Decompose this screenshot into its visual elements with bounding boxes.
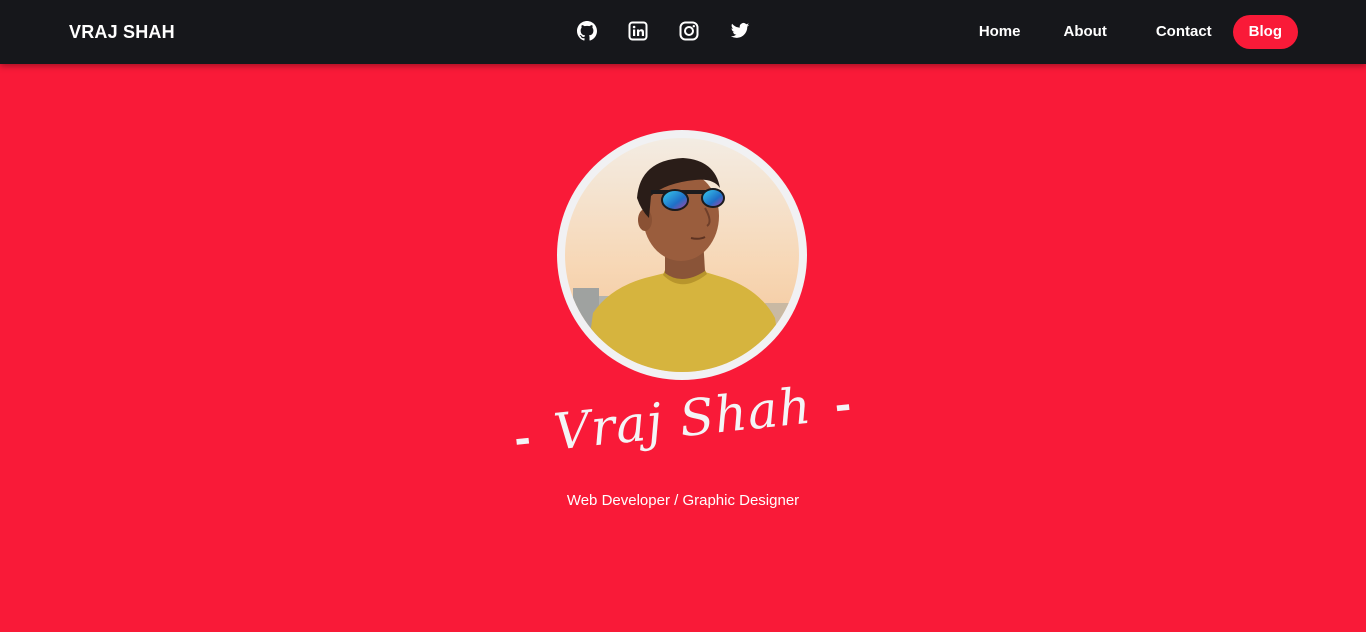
linkedin-link[interactable] bbox=[628, 21, 648, 41]
social-links bbox=[577, 21, 781, 41]
hero-subtitle: Web Developer / Graphic Designer bbox=[566, 492, 800, 509]
instagram-link[interactable] bbox=[679, 21, 699, 41]
avatar bbox=[565, 138, 799, 372]
main-nav: Home About Contact Blog bbox=[979, 15, 1298, 49]
hero-section: - Vraj Shah - Web Developer / Graphic De… bbox=[0, 64, 1366, 632]
github-icon bbox=[577, 21, 597, 41]
nav-contact[interactable]: Contact bbox=[1156, 15, 1212, 49]
github-link[interactable] bbox=[577, 21, 597, 41]
name-dash-left: - bbox=[511, 416, 535, 464]
name-text: Vraj Shah bbox=[551, 376, 815, 462]
brand-logo[interactable]: VRAJ SHAH bbox=[69, 22, 175, 42]
instagram-icon bbox=[679, 21, 699, 41]
profile-photo bbox=[565, 138, 799, 372]
navbar: VRAJ SHAH Home About Contact Blog bbox=[0, 0, 1366, 64]
avatar-frame bbox=[557, 130, 807, 380]
nav-about[interactable]: About bbox=[1064, 15, 1107, 49]
twitter-icon bbox=[730, 23, 750, 38]
linkedin-icon bbox=[628, 21, 648, 41]
nav-blog-button[interactable]: Blog bbox=[1232, 15, 1298, 49]
name-dash-right: - bbox=[832, 382, 855, 430]
twitter-link[interactable] bbox=[730, 21, 750, 41]
nav-home[interactable]: Home bbox=[979, 15, 1021, 49]
